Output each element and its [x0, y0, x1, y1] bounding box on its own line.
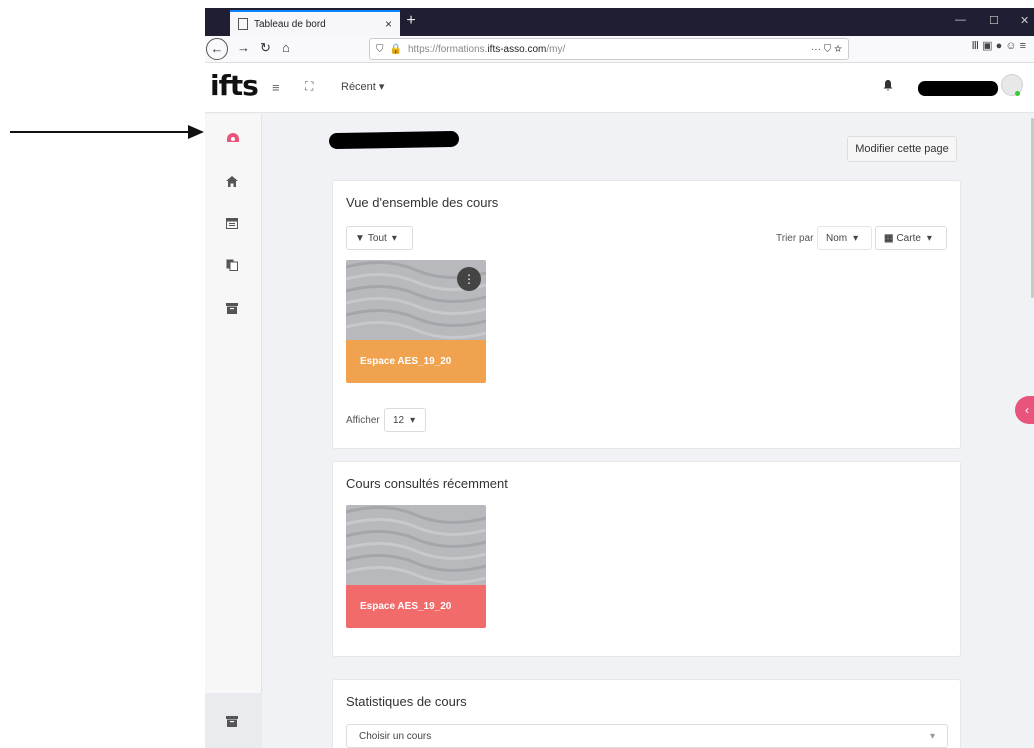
annotation-arrow-head	[188, 125, 204, 139]
tab-bar: Tableau de bord × + — ☐ ✕	[205, 8, 1034, 36]
page-size-dropdown[interactable]: 12 ▾	[384, 408, 426, 432]
url-prefix: https://formations.	[407, 43, 488, 55]
archive-icon[interactable]	[226, 301, 242, 317]
chevron-down-icon: ▾	[391, 232, 397, 244]
bell-icon[interactable]	[883, 80, 893, 94]
recent-courses-block: Cours consultés récemment Espace AES_19_…	[332, 461, 961, 657]
home-icon[interactable]	[226, 174, 242, 190]
online-status-dot	[1015, 91, 1020, 96]
minimize-button[interactable]: —	[955, 14, 966, 26]
maximize-button[interactable]: ☐	[989, 14, 999, 27]
hamburger-menu-icon[interactable]: ≡	[272, 80, 280, 95]
show-label: Afficher	[346, 415, 380, 426]
chevron-down-icon: ▾	[410, 414, 416, 426]
drawer-toggle-button[interactable]: ‹	[1015, 396, 1034, 424]
course-select[interactable]: Choisir un cours ▾	[346, 724, 948, 748]
reload-icon[interactable]: ↻	[260, 40, 271, 56]
dashboard-icon[interactable]	[226, 131, 242, 147]
close-tab-icon[interactable]: ×	[385, 17, 392, 31]
moodle-page: ifts ≡ ⛶ Récent ▾ Modifier cette page Vu…	[205, 63, 1034, 748]
course-stats-block: Statistiques de cours Choisir un cours ▾	[332, 679, 961, 748]
page-size-value: 12	[393, 414, 405, 426]
course-overview-block: Vue d'ensemble des cours ▼ Tout ▾ Trier …	[332, 180, 961, 449]
screenshot: Tableau de bord × + — ☐ ✕ ← → ↻ ⌂ ⛉ 🔒 ht…	[0, 0, 1034, 748]
chevron-down-icon: ▾	[929, 730, 935, 742]
favicon-icon	[238, 18, 248, 30]
tab-title: Tableau de bord	[254, 18, 326, 30]
browser-tab[interactable]: Tableau de bord ×	[230, 10, 400, 36]
navigation-bar: ← → ↻ ⌂ ⛉ 🔒 https://formations. ifts-ass…	[205, 36, 1034, 63]
view-dropdown[interactable]: ▦ Carte ▾	[875, 226, 947, 250]
shield-icon: ⛉	[376, 43, 384, 55]
chevron-down-icon: ▾	[853, 232, 859, 244]
url-bar[interactable]: ⛉ 🔒 https://formations. ifts-asso.com /m…	[369, 38, 849, 60]
lock-icon: 🔒	[389, 43, 402, 55]
edit-page-button[interactable]: Modifier cette page	[847, 136, 957, 162]
block-title: Statistiques de cours	[346, 694, 467, 709]
sort-dropdown[interactable]: Nom ▾	[817, 226, 872, 250]
filter-icon: ▼	[355, 232, 365, 244]
block-title: Vue d'ensemble des cours	[346, 195, 499, 210]
chevron-down-icon: ▾	[926, 232, 932, 244]
private-files-icon[interactable]	[226, 258, 242, 274]
new-tab-button[interactable]: +	[401, 12, 421, 30]
more-options-icon[interactable]: ⋮	[457, 267, 481, 291]
redacted-username	[918, 81, 998, 96]
toolbar-icons[interactable]: Ⅲ ▣ ● ☺ ≡	[972, 39, 1027, 52]
block-title: Cours consultés récemment	[346, 476, 508, 491]
recent-menu[interactable]: Récent ▾	[341, 80, 384, 93]
site-logo[interactable]: ifts	[210, 69, 259, 102]
sort-label: Trier par	[776, 233, 814, 244]
page-actions-icon[interactable]: ··· ⛉ ☆	[811, 44, 842, 55]
course-card[interactable]: Espace AES_19_20 ⋮	[346, 260, 486, 383]
close-window-button[interactable]: ✕	[1020, 14, 1029, 27]
fullscreen-icon[interactable]: ⛶	[305, 79, 313, 94]
url-path: /my/	[546, 43, 566, 55]
grid-icon: ▦	[884, 232, 894, 244]
filter-dropdown[interactable]: ▼ Tout ▾	[346, 226, 413, 250]
url-host: ifts-asso.com	[487, 43, 547, 55]
annotation-arrow-line	[10, 131, 190, 133]
site-header: ifts ≡ ⛶ Récent ▾	[205, 63, 1034, 113]
course-name[interactable]: Espace AES_19_20	[346, 340, 486, 383]
forward-arrow-icon[interactable]: →	[237, 40, 250, 55]
left-sidebar	[205, 114, 262, 748]
archive-icon[interactable]	[226, 714, 242, 730]
course-image	[346, 505, 486, 585]
browser-window: Tableau de bord × + — ☐ ✕ ← → ↻ ⌂ ⛉ 🔒 ht…	[205, 8, 1034, 748]
home-icon[interactable]: ⌂	[282, 40, 290, 55]
view-value: Carte	[896, 232, 921, 244]
calendar-icon[interactable]	[226, 216, 242, 232]
redacted-page-title	[328, 130, 460, 150]
filter-label: Tout	[367, 232, 387, 244]
sidebar-footer	[205, 693, 262, 748]
sort-value: Nom	[826, 232, 848, 244]
course-card[interactable]: Espace AES_19_20	[346, 505, 486, 628]
back-arrow-icon[interactable]: ←	[206, 38, 228, 60]
course-name[interactable]: Espace AES_19_20	[346, 585, 486, 628]
course-select-value: Choisir un cours	[359, 730, 432, 742]
